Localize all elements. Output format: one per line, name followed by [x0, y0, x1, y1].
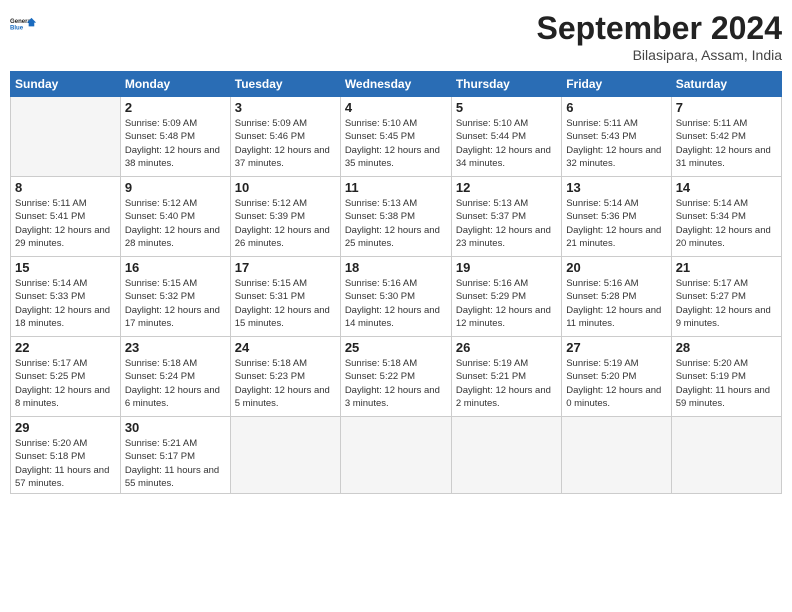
list-item: 22Sunrise: 5:17 AMSunset: 5:25 PMDayligh…	[11, 337, 121, 417]
calendar-table: Sunday Monday Tuesday Wednesday Thursday…	[10, 71, 782, 494]
list-item: 9Sunrise: 5:12 AMSunset: 5:40 PMDaylight…	[120, 177, 230, 257]
list-item: 4Sunrise: 5:10 AMSunset: 5:45 PMDaylight…	[340, 97, 451, 177]
table-row: 8Sunrise: 5:11 AMSunset: 5:41 PMDaylight…	[11, 177, 782, 257]
list-item: 27Sunrise: 5:19 AMSunset: 5:20 PMDayligh…	[562, 337, 671, 417]
list-item: 23Sunrise: 5:18 AMSunset: 5:24 PMDayligh…	[120, 337, 230, 417]
location: Bilasipara, Assam, India	[537, 47, 782, 63]
table-row: 22Sunrise: 5:17 AMSunset: 5:25 PMDayligh…	[11, 337, 782, 417]
col-thursday: Thursday	[451, 72, 561, 97]
svg-text:Blue: Blue	[10, 26, 24, 32]
empty-cell	[562, 417, 671, 494]
list-item: 7Sunrise: 5:11 AMSunset: 5:42 PMDaylight…	[671, 97, 781, 177]
empty-cell	[451, 417, 561, 494]
list-item: 14Sunrise: 5:14 AMSunset: 5:34 PMDayligh…	[671, 177, 781, 257]
table-row: 15Sunrise: 5:14 AMSunset: 5:33 PMDayligh…	[11, 257, 782, 337]
col-friday: Friday	[562, 72, 671, 97]
list-item: 6Sunrise: 5:11 AMSunset: 5:43 PMDaylight…	[562, 97, 671, 177]
list-item: 28Sunrise: 5:20 AMSunset: 5:19 PMDayligh…	[671, 337, 781, 417]
col-monday: Monday	[120, 72, 230, 97]
col-wednesday: Wednesday	[340, 72, 451, 97]
list-item: 29Sunrise: 5:20 AMSunset: 5:18 PMDayligh…	[11, 417, 121, 494]
logo: GeneralBlue	[10, 10, 38, 38]
logo-icon: GeneralBlue	[10, 10, 38, 38]
list-item: 3Sunrise: 5:09 AMSunset: 5:46 PMDaylight…	[230, 97, 340, 177]
empty-cell	[230, 417, 340, 494]
list-item: 21Sunrise: 5:17 AMSunset: 5:27 PMDayligh…	[671, 257, 781, 337]
list-item: 26Sunrise: 5:19 AMSunset: 5:21 PMDayligh…	[451, 337, 561, 417]
list-item: 30Sunrise: 5:21 AMSunset: 5:17 PMDayligh…	[120, 417, 230, 494]
col-saturday: Saturday	[671, 72, 781, 97]
list-item: 12Sunrise: 5:13 AMSunset: 5:37 PMDayligh…	[451, 177, 561, 257]
empty-cell	[340, 417, 451, 494]
table-row: 29Sunrise: 5:20 AMSunset: 5:18 PMDayligh…	[11, 417, 782, 494]
list-item: 5Sunrise: 5:10 AMSunset: 5:44 PMDaylight…	[451, 97, 561, 177]
list-item: 25Sunrise: 5:18 AMSunset: 5:22 PMDayligh…	[340, 337, 451, 417]
list-item: 15Sunrise: 5:14 AMSunset: 5:33 PMDayligh…	[11, 257, 121, 337]
empty-cell	[11, 97, 121, 177]
title-block: September 2024 Bilasipara, Assam, India	[537, 10, 782, 63]
header-row: Sunday Monday Tuesday Wednesday Thursday…	[11, 72, 782, 97]
list-item: 18Sunrise: 5:16 AMSunset: 5:30 PMDayligh…	[340, 257, 451, 337]
list-item: 20Sunrise: 5:16 AMSunset: 5:28 PMDayligh…	[562, 257, 671, 337]
col-sunday: Sunday	[11, 72, 121, 97]
month-title: September 2024	[537, 10, 782, 47]
empty-cell	[671, 417, 781, 494]
list-item: 13Sunrise: 5:14 AMSunset: 5:36 PMDayligh…	[562, 177, 671, 257]
list-item: 17Sunrise: 5:15 AMSunset: 5:31 PMDayligh…	[230, 257, 340, 337]
table-row: 2Sunrise: 5:09 AMSunset: 5:48 PMDaylight…	[11, 97, 782, 177]
page-header: GeneralBlue September 2024 Bilasipara, A…	[10, 10, 782, 63]
list-item: 19Sunrise: 5:16 AMSunset: 5:29 PMDayligh…	[451, 257, 561, 337]
list-item: 16Sunrise: 5:15 AMSunset: 5:32 PMDayligh…	[120, 257, 230, 337]
list-item: 24Sunrise: 5:18 AMSunset: 5:23 PMDayligh…	[230, 337, 340, 417]
list-item: 2Sunrise: 5:09 AMSunset: 5:48 PMDaylight…	[120, 97, 230, 177]
list-item: 11Sunrise: 5:13 AMSunset: 5:38 PMDayligh…	[340, 177, 451, 257]
list-item: 10Sunrise: 5:12 AMSunset: 5:39 PMDayligh…	[230, 177, 340, 257]
list-item: 8Sunrise: 5:11 AMSunset: 5:41 PMDaylight…	[11, 177, 121, 257]
col-tuesday: Tuesday	[230, 72, 340, 97]
